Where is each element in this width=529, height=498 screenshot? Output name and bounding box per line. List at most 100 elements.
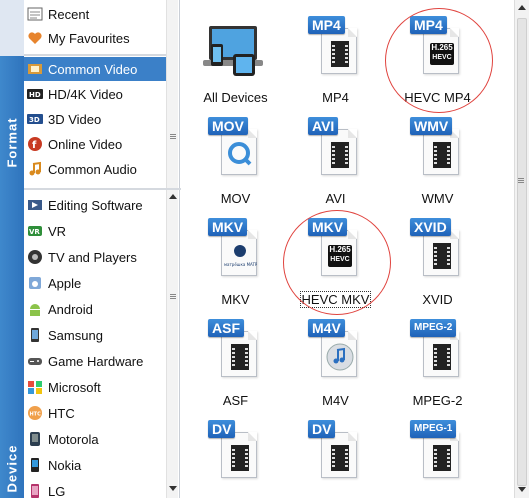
format-grid-scrollbar[interactable]: [514, 0, 529, 498]
film-icon: [26, 60, 44, 78]
format-badge: DV: [308, 420, 336, 438]
film-strip-icon: [331, 142, 349, 168]
file-document-icon: [423, 331, 459, 377]
format-option-hevc-mp4[interactable]: H.265 HEVC MP4 HEVC MP4: [390, 10, 485, 110]
scroll-up-icon[interactable]: [169, 194, 177, 199]
scroll-down-icon[interactable]: [518, 487, 526, 492]
file-document-icon: [321, 331, 357, 377]
device-category-tab[interactable]: Device: [0, 190, 24, 498]
format-item-online-video[interactable]: f Online Video: [24, 132, 180, 156]
format-label: AVI: [325, 191, 346, 206]
device-item-game-hardware[interactable]: Game Hardware: [24, 349, 180, 373]
device-item-htc[interactable]: HTC HTC: [24, 401, 180, 425]
format-label: All Devices: [203, 90, 268, 105]
device-item-tv-and-players[interactable]: TV and Players: [24, 245, 180, 269]
format-label: ASF: [222, 393, 249, 408]
device-item-editing-software[interactable]: Editing Software: [24, 193, 180, 217]
device-item-label: Samsung: [48, 327, 103, 343]
device-item-label: Game Hardware: [48, 353, 144, 369]
device-item-vr[interactable]: VR VR: [24, 219, 180, 243]
htc-icon: HTC: [26, 404, 44, 422]
format-item-recent[interactable]: Recent: [24, 2, 180, 26]
format-label: HEVC MP4: [404, 90, 471, 105]
format-badge: M4V: [308, 319, 345, 337]
format-item-hd-4k-video[interactable]: HD HD/4K Video: [24, 82, 180, 106]
tv-icon: [26, 248, 44, 266]
file-document-icon: [321, 28, 357, 74]
film-strip-icon: [331, 445, 349, 471]
format-option-mp4[interactable]: MP4 MP4: [288, 10, 383, 110]
device-item-android[interactable]: Android: [24, 297, 180, 321]
scroll-down-icon[interactable]: [169, 486, 177, 491]
format-label: MPEG-2: [412, 393, 463, 408]
device-item-motorola[interactable]: Motorola: [24, 427, 180, 451]
format-item-common-video[interactable]: Common Video: [24, 57, 174, 81]
device-item-label: VR: [48, 223, 67, 239]
format-badge: DV: [208, 420, 236, 438]
hevc-logo-icon: H.265 HEVC: [328, 245, 352, 267]
svg-text:f: f: [32, 140, 37, 151]
motorola-icon: [26, 430, 44, 448]
format-option[interactable]: DV: [188, 414, 283, 498]
divider: [24, 54, 174, 56]
file-document-icon: H.265 HEVC: [321, 230, 357, 276]
device-list-scrollbar[interactable]: [166, 190, 178, 498]
format-badge: MKV: [208, 218, 248, 236]
format-item-label: Online Video: [48, 136, 123, 152]
gamepad-icon: [26, 352, 44, 370]
device-item-label: Editing Software: [48, 197, 143, 213]
device-item-label: Microsoft: [48, 379, 101, 395]
file-document-icon: H.265 HEVC: [423, 28, 459, 74]
format-label: MKV: [221, 292, 250, 307]
format-badge: XVID: [410, 218, 451, 236]
format-option-m4v[interactable]: M4V M4V: [288, 313, 383, 413]
device-item-lg[interactable]: LG: [24, 479, 180, 498]
format-item-my-favourites[interactable]: My Favourites: [24, 26, 180, 50]
format-option[interactable]: MPEG-1: [390, 414, 485, 498]
hd-icon: HD: [26, 85, 44, 103]
file-document-icon: [321, 432, 357, 478]
divider: [24, 188, 182, 190]
format-option-mpeg-2[interactable]: MPEG-2 MPEG-2: [390, 313, 485, 413]
format-option-all-devices[interactable]: All Devices: [188, 10, 283, 110]
file-document-icon: [221, 432, 257, 478]
device-item-label: TV and Players: [48, 249, 137, 265]
format-badge: WMV: [410, 117, 453, 135]
film-strip-icon: [433, 142, 451, 168]
device-tab-label: Device: [4, 444, 20, 493]
scrollbar-thumb[interactable]: [517, 18, 527, 486]
format-option-mov[interactable]: MOV MOV: [188, 111, 283, 211]
file-document-icon: [423, 230, 459, 276]
svg-text:3D: 3D: [29, 116, 40, 124]
flash-icon: f: [26, 135, 44, 153]
device-item-nokia[interactable]: Nokia: [24, 453, 180, 477]
format-label: WMV: [421, 191, 454, 206]
format-option-wmv[interactable]: WMV WMV: [390, 111, 485, 211]
format-badge: AVI: [308, 117, 339, 135]
file-document-icon: [321, 129, 357, 175]
windows-icon: [26, 378, 44, 396]
device-item-label: Apple: [48, 275, 82, 291]
format-option-asf[interactable]: ASF ASF: [188, 313, 283, 413]
format-item-common-audio[interactable]: Common Audio: [24, 157, 180, 181]
editing-icon: [26, 196, 44, 214]
format-option[interactable]: DV: [288, 414, 383, 498]
format-list-scrollbar[interactable]: [166, 0, 178, 188]
device-item-label: Android: [48, 301, 93, 317]
format-badge: MKV: [308, 218, 348, 236]
device-item-microsoft[interactable]: Microsoft: [24, 375, 180, 399]
format-tab-label: Format: [4, 117, 20, 168]
format-item-3d-video[interactable]: 3D 3D Video: [24, 107, 180, 131]
scroll-up-icon[interactable]: [518, 5, 526, 10]
samsung-icon: [26, 326, 44, 344]
3d-icon: 3D: [26, 110, 44, 128]
format-option-hevc-mkv[interactable]: H.265 HEVC MKV HEVC MKV: [288, 212, 383, 312]
device-item-apple[interactable]: Apple: [24, 271, 180, 295]
category-list: Recent My Favourites Common Video HD HD/4K V…: [24, 0, 180, 498]
device-item-samsung[interactable]: Samsung: [24, 323, 180, 347]
format-option-avi[interactable]: AVI AVI: [288, 111, 383, 211]
format-option-mkv[interactable]: матрёшка MATROSKA MKV MKV: [188, 212, 283, 312]
format-option-xvid[interactable]: XVID XVID: [390, 212, 485, 312]
format-item-label: My Favourites: [48, 30, 130, 46]
device-item-label: HTC: [48, 405, 75, 421]
